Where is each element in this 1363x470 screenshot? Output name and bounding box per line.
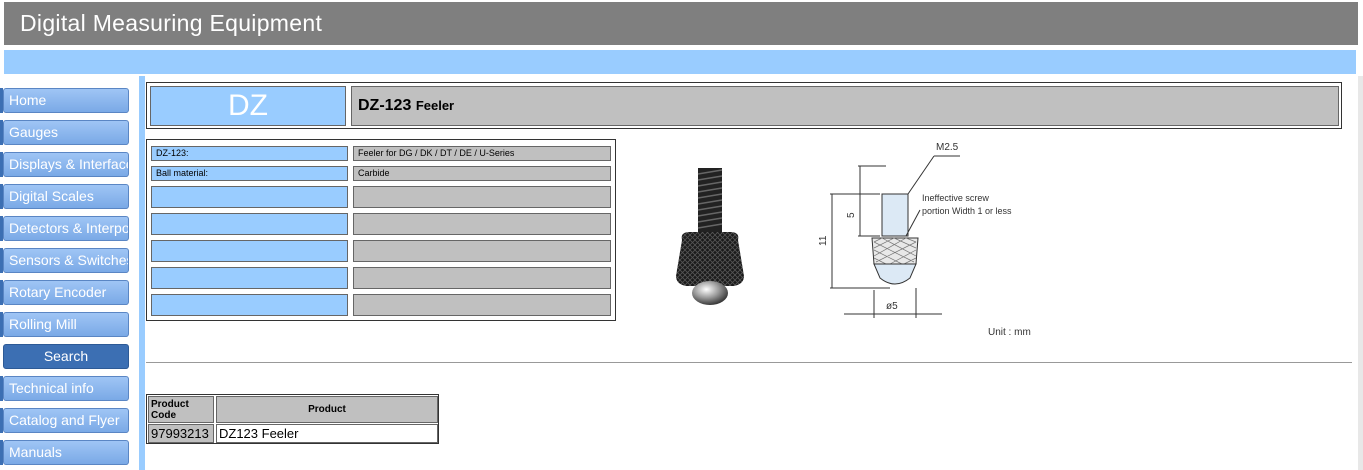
- sidebar-item-digital-scales[interactable]: Digital Scales: [3, 184, 129, 209]
- dim-diameter: ø5: [886, 301, 898, 312]
- thread-label: M2.5: [936, 142, 959, 153]
- sidebar-item-gauges[interactable]: Gauges: [3, 120, 129, 145]
- screw-note-line1: Ineffective screw: [922, 193, 989, 203]
- spec-value: [353, 267, 611, 289]
- technical-drawing: M2.5 Ineffective screw portion Width 1 o…: [818, 142, 1031, 338]
- spec-table: DZ-123: Feeler for DG / DK / DT / DE / U…: [146, 139, 616, 321]
- column-header-product: Product: [216, 396, 438, 423]
- page: Digital Measuring Equipment Home Gauges …: [0, 0, 1363, 470]
- dim-thread: 5: [846, 212, 857, 218]
- knurled-body: [676, 232, 744, 286]
- product-table: Product Code Product 97993213 DZ123 Feel…: [146, 394, 439, 444]
- spec-value: Carbide: [353, 166, 611, 181]
- product-name-cell: DZ123 Feeler: [216, 424, 438, 443]
- spec-label: [151, 240, 348, 262]
- product-code-cell: 97993213: [148, 424, 214, 443]
- sidebar-item-technical-info[interactable]: Technical info: [3, 376, 129, 401]
- sidebar-item-catalog[interactable]: Catalog and Flyer: [3, 408, 129, 433]
- unit-label: Unit : mm: [988, 327, 1031, 338]
- header-sub-bar: [4, 50, 1356, 74]
- sidebar-item-rolling-mill[interactable]: Rolling Mill: [3, 312, 129, 337]
- spec-value: [353, 213, 611, 235]
- sidebar-divider: [139, 76, 145, 470]
- dim-total: 11: [818, 235, 829, 246]
- sidebar-item-rotary-encoder[interactable]: Rotary Encoder: [3, 280, 129, 305]
- product-title-box: DZ DZ-123 Feeler: [146, 82, 1342, 129]
- product-photo: [676, 168, 744, 305]
- page-header: Digital Measuring Equipment: [4, 2, 1358, 45]
- sidebar-item-search[interactable]: Search: [3, 344, 129, 369]
- screw-note-line2: portion Width 1 or less: [922, 206, 1012, 216]
- scrollbar[interactable]: [1358, 76, 1363, 470]
- spec-label: [151, 186, 348, 208]
- spec-label: [151, 267, 348, 289]
- column-header-product-code: Product Code: [148, 396, 214, 423]
- spec-value: [353, 294, 611, 316]
- spec-label: [151, 294, 348, 316]
- product-name: Feeler: [415, 98, 455, 113]
- spec-value: [353, 186, 611, 208]
- thread: [697, 168, 723, 234]
- sidebar-item-manuals[interactable]: Manuals: [3, 440, 129, 465]
- spec-label: DZ-123:: [151, 146, 348, 161]
- spec-label: Ball material:: [151, 166, 348, 181]
- sidebar-item-sensors[interactable]: Sensors & Switches: [3, 248, 129, 273]
- spec-value: Feeler for DG / DK / DT / DE / U-Series: [353, 146, 611, 161]
- sidebar-item-displays[interactable]: Displays & Interfaces: [3, 152, 129, 177]
- carbide-ball: [692, 281, 728, 305]
- series-code: DZ: [150, 86, 346, 126]
- sidebar-item-home[interactable]: Home: [3, 88, 129, 113]
- product-name-cell: DZ-123 Feeler: [351, 86, 1339, 126]
- page-title: Digital Measuring Equipment: [20, 10, 323, 36]
- spec-label: [151, 213, 348, 235]
- sidebar-item-detectors[interactable]: Detectors & Interpolators: [3, 216, 129, 241]
- section-divider: [146, 362, 1352, 363]
- product-model: DZ-123: [358, 97, 412, 114]
- spec-value: [353, 240, 611, 262]
